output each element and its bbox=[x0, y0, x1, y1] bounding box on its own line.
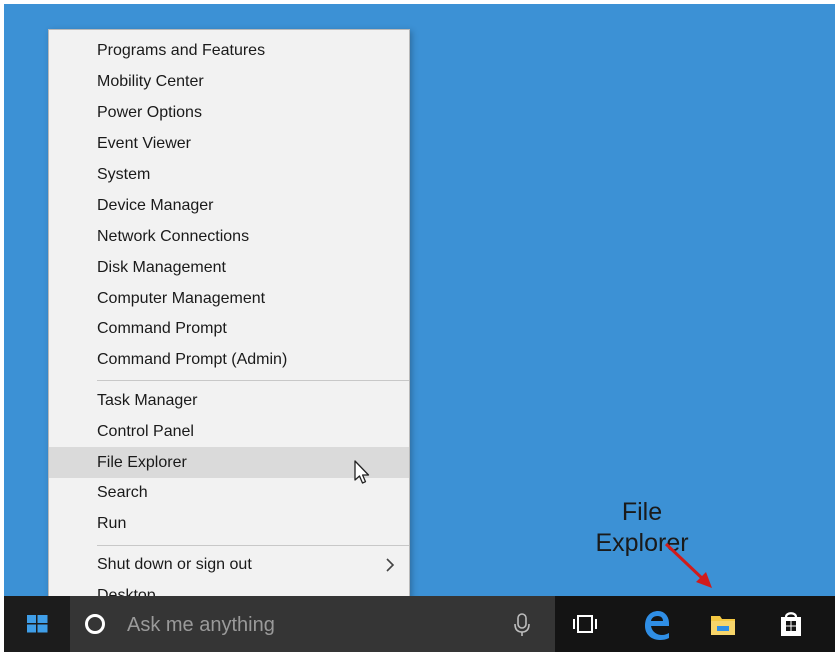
menu-item-network-connections[interactable]: Network Connections bbox=[49, 221, 409, 252]
menu-item-task-manager[interactable]: Task Manager bbox=[49, 385, 409, 416]
mouse-cursor-icon bbox=[354, 460, 370, 484]
menu-item-shut-down-or-sign-out[interactable]: Shut down or sign out bbox=[49, 549, 409, 580]
start-button[interactable] bbox=[4, 596, 70, 652]
menu-item-system[interactable]: System bbox=[49, 159, 409, 190]
menu-item-computer-management[interactable]: Computer Management bbox=[49, 283, 409, 314]
menu-item-command-prompt-admin[interactable]: Command Prompt (Admin) bbox=[49, 344, 409, 375]
task-view-icon[interactable] bbox=[568, 606, 602, 642]
menu-item-control-panel[interactable]: Control Panel bbox=[49, 416, 409, 447]
menu-item-disk-management[interactable]: Disk Management bbox=[49, 252, 409, 283]
callout-arrow-icon bbox=[664, 542, 712, 588]
screen: Programs and Features Mobility Center Po… bbox=[0, 0, 835, 652]
callout-line-1: File bbox=[621, 498, 663, 526]
cortana-icon[interactable] bbox=[85, 614, 105, 634]
menu-separator bbox=[97, 380, 409, 381]
menu-item-power-options[interactable]: Power Options bbox=[49, 97, 409, 128]
windows-start-icon bbox=[27, 615, 48, 633]
power-user-menu: Programs and Features Mobility Center Po… bbox=[48, 29, 410, 614]
menu-item-device-manager[interactable]: Device Manager bbox=[49, 190, 409, 221]
chevron-right-icon bbox=[385, 549, 395, 580]
store-icon[interactable] bbox=[774, 606, 808, 642]
menu-item-programs-and-features[interactable]: Programs and Features bbox=[49, 35, 409, 66]
microphone-icon[interactable] bbox=[512, 612, 532, 638]
menu-item-run[interactable]: Run bbox=[49, 508, 409, 539]
edge-icon[interactable] bbox=[639, 606, 673, 642]
menu-item-mobility-center[interactable]: Mobility Center bbox=[49, 66, 409, 97]
menu-item-label: Shut down or sign out bbox=[97, 556, 252, 573]
menu-item-event-viewer[interactable]: Event Viewer bbox=[49, 128, 409, 159]
file-explorer-icon[interactable] bbox=[706, 606, 740, 642]
search-input[interactable]: Ask me anything bbox=[127, 610, 275, 640]
menu-item-command-prompt[interactable]: Command Prompt bbox=[49, 313, 409, 344]
menu-separator bbox=[97, 545, 409, 546]
